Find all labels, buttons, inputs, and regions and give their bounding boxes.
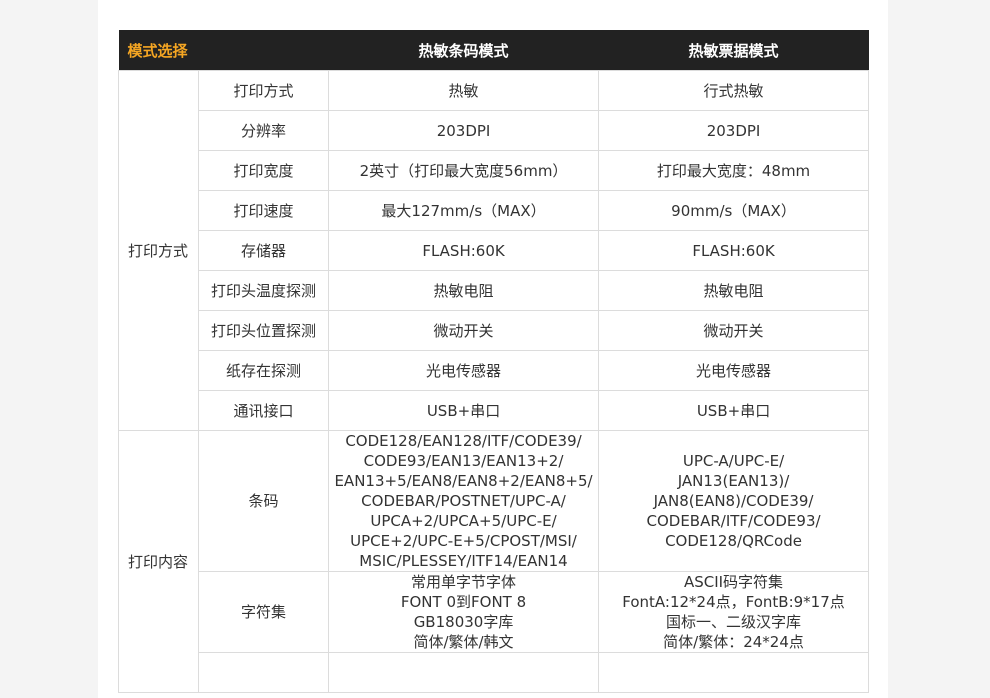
- text-line: UPC-A/UPC-E/: [682, 452, 785, 470]
- text-line: CODE93/EAN13/EAN13+2/: [363, 452, 564, 470]
- barcode-mode-header: 热敏条码模式: [328, 30, 599, 71]
- text-line: EAN13+5/EAN8/EAN8+2/EAN8+5/: [334, 472, 593, 490]
- table-row-barcode: 打印内容 条码 CODE128/EAN128/ITF/CODE39/ CODE9…: [118, 430, 870, 693]
- row-label: 存储器: [197, 230, 330, 271]
- text-line: CODEBAR/POSTNET/UPC-A/: [361, 492, 566, 510]
- barcode-mode-charset: 常用单字节字体 FONT 0到FONT 8 GB18030字库 简体/繁体/韩文: [328, 571, 600, 653]
- barcode-mode-value: 热敏: [328, 70, 600, 111]
- table-row-charset: 字符集 常用单字节字体 FONT 0到FONT 8 GB18030字库 简体/繁…: [119, 571, 870, 653]
- row-label: 纸存在探测: [197, 350, 330, 391]
- text-line: GB18030字库: [413, 613, 514, 631]
- barcode-mode-value: 2英寸（打印最大宽度56mm）: [328, 150, 600, 191]
- barcode-mode-value: 热敏电阻: [328, 270, 600, 311]
- text-line: 简体/繁体：24*24点: [663, 633, 804, 651]
- barcode-mode-value: FLASH:60K: [328, 230, 600, 271]
- row-label: 打印宽度: [197, 150, 330, 191]
- table-row-partial: [119, 652, 870, 693]
- text-line: MSIC/PLESSEY/ITF14/EAN14: [359, 552, 568, 570]
- barcode-mode-value: USB+串口: [328, 390, 600, 431]
- text-line: ASCII码字符集: [683, 573, 784, 591]
- receipt-mode-value: 行式热敏: [598, 70, 870, 111]
- barcode-mode-value: 203DPI: [328, 110, 600, 151]
- text-line: JAN13(EAN13)/: [677, 472, 790, 490]
- receipt-mode-value: 203DPI: [598, 110, 870, 151]
- receipt-mode-header: 热敏票据模式: [598, 30, 869, 71]
- receipt-mode-barcodes: UPC-A/UPC-E/ JAN13(EAN13)/ JAN8(EAN8)/CO…: [598, 430, 870, 572]
- mode-select-header: 模式选择: [118, 30, 329, 71]
- barcode-mode-value: 光电传感器: [328, 350, 600, 391]
- receipt-mode-value: FLASH:60K: [598, 230, 870, 271]
- barcode-mode-barcodes: CODE128/EAN128/ITF/CODE39/ CODE93/EAN13/…: [328, 430, 600, 572]
- text-line: UPCA+2/UPCA+5/UPC-E/: [370, 512, 557, 530]
- table-row: 打印宽度 2英寸（打印最大宽度56mm） 打印最大宽度：48mm: [119, 150, 870, 191]
- table-row: 打印方式 打印方式 热敏 行式热敏: [118, 70, 870, 431]
- text-line: UPCE+2/UPC-E+5/CPOST/MSI/: [350, 532, 577, 550]
- barcode-mode-value-cut: [328, 652, 600, 693]
- receipt-mode-value: 90mm/s（MAX）: [598, 190, 870, 231]
- table-row: 纸存在探测 光电传感器 光电传感器: [119, 350, 870, 391]
- text-line: CODE128/QRCode: [665, 532, 802, 550]
- text-line: FONT 0到FONT 8: [400, 593, 527, 611]
- table-body: 打印方式 打印方式 热敏 行式热敏 分辨率 203DPI 203DPI 打印宽度…: [118, 70, 870, 693]
- row-label: 打印方式: [197, 70, 330, 111]
- receipt-mode-charset: ASCII码字符集 FontA:12*24点，FontB:9*17点 国标一、二…: [598, 571, 870, 653]
- row-label: 打印头位置探测: [197, 310, 330, 351]
- table-row: 存储器 FLASH:60K FLASH:60K: [119, 230, 870, 271]
- text-line: CODEBAR/ITF/CODE93/: [646, 512, 821, 530]
- table-row: 分辨率 203DPI 203DPI: [119, 110, 870, 151]
- receipt-mode-value: 微动开关: [598, 310, 870, 351]
- row-label: 打印速度: [197, 190, 330, 231]
- receipt-mode-value-cut: [598, 652, 870, 693]
- table-row: 打印头温度探测 热敏电阻 热敏电阻: [119, 270, 870, 311]
- row-label: 字符集: [197, 571, 330, 653]
- table-row: 通讯接口 USB+串口 USB+串口: [119, 390, 870, 431]
- receipt-mode-value: 打印最大宽度：48mm: [598, 150, 870, 191]
- text-line: 简体/繁体/韩文: [413, 633, 514, 651]
- spec-table: 模式选择 热敏条码模式 热敏票据模式 打印方式 打印方式 热敏 行式热敏 分辨率…: [118, 30, 870, 693]
- spec-sheet: 模式选择 热敏条码模式 热敏票据模式 打印方式 打印方式 热敏 行式热敏 分辨率…: [98, 0, 888, 698]
- text-line: 常用单字节字体: [411, 573, 517, 591]
- row-label: 分辨率: [197, 110, 330, 151]
- text-line: FontA:12*24点，FontB:9*17点: [622, 593, 845, 611]
- group-print-content: 打印内容: [118, 430, 199, 693]
- table-header-row: 模式选择 热敏条码模式 热敏票据模式: [118, 30, 869, 71]
- text-line: CODE128/EAN128/ITF/CODE39/: [345, 432, 582, 450]
- barcode-mode-value: 最大127mm/s（MAX）: [328, 190, 600, 231]
- receipt-mode-value: USB+串口: [598, 390, 870, 431]
- text-line: 国标一、二级汉字库: [666, 613, 802, 631]
- receipt-mode-value: 热敏电阻: [598, 270, 870, 311]
- group-print-method: 打印方式: [118, 70, 199, 431]
- row-label: 打印头温度探测: [197, 270, 330, 311]
- table-row: 打印头位置探测 微动开关 微动开关: [119, 310, 870, 351]
- barcode-mode-value: 微动开关: [328, 310, 600, 351]
- row-label: 条码: [197, 430, 330, 572]
- receipt-mode-value: 光电传感器: [598, 350, 870, 391]
- row-label-cut: [197, 652, 330, 693]
- table-row: 打印速度 最大127mm/s（MAX） 90mm/s（MAX）: [119, 190, 870, 231]
- row-label: 通讯接口: [197, 390, 330, 431]
- text-line: JAN8(EAN8)/CODE39/: [653, 492, 814, 510]
